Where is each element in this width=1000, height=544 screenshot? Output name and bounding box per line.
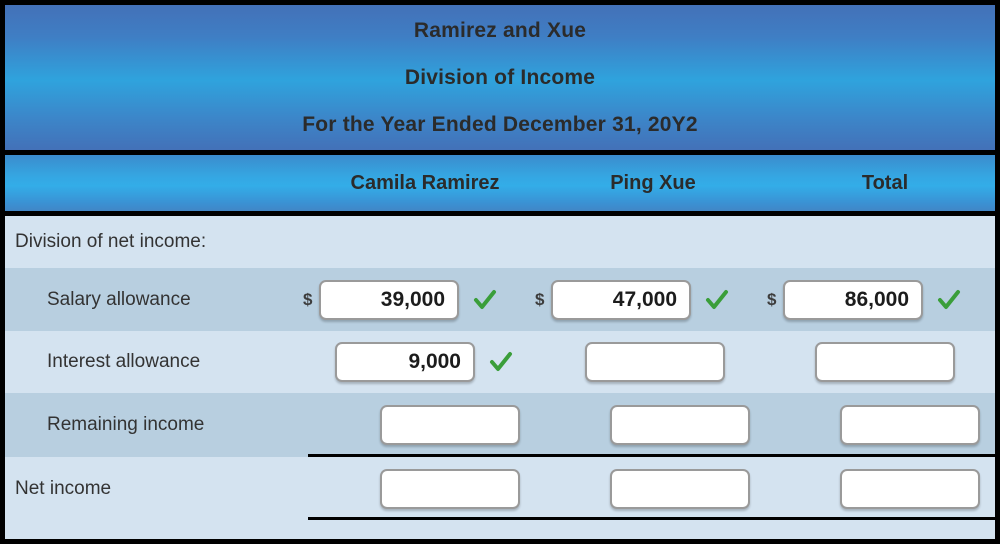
cell-net-total <box>840 457 980 520</box>
input-interest-ping[interactable] <box>585 342 725 382</box>
column-header-row: Camila Ramirez Ping Xue Total <box>5 155 995 216</box>
table-row-remaining-income: Remaining income <box>5 393 995 457</box>
input-salary-ping[interactable]: 47,000 <box>551 279 691 320</box>
input-salary-total[interactable]: 86,000 <box>783 279 923 320</box>
cell-interest-ping <box>585 331 725 393</box>
currency-symbol: $ <box>535 289 545 309</box>
row-label: Division of net income: <box>15 231 207 252</box>
input-remaining-total[interactable] <box>840 405 980 445</box>
input-remaining-ping[interactable] <box>610 405 750 445</box>
input-remaining-camila[interactable] <box>380 405 520 445</box>
table-row-division-of-net-income: Division of net income: <box>5 216 995 268</box>
row-label: Remaining income <box>47 414 205 435</box>
checkmark-icon <box>936 287 962 313</box>
checkmark-icon <box>488 349 514 375</box>
input-net-camila[interactable] <box>380 468 520 509</box>
company-name: Ramirez and Xue <box>413 19 587 42</box>
checkmark-icon <box>472 287 498 313</box>
statement-period: For the Year Ended December 31, 20Y2 <box>302 113 698 136</box>
cell-remaining-total <box>840 393 980 457</box>
cell-salary-total: $ 86,000 <box>767 268 962 331</box>
table-row-net-income: Net income <box>5 457 995 520</box>
cell-salary-ping: $ 47,000 <box>535 268 730 331</box>
currency-symbol: $ <box>303 289 313 309</box>
input-interest-total[interactable] <box>815 342 955 382</box>
input-net-total[interactable] <box>840 468 980 509</box>
input-salary-camila[interactable]: 39,000 <box>319 279 459 320</box>
table-row-interest-allowance: Interest allowance 9,000 <box>5 331 995 393</box>
column-header-total: Total <box>861 172 909 194</box>
division-of-income-statement: Ramirez and Xue Division of Income For t… <box>0 0 1000 544</box>
currency-symbol: $ <box>767 289 777 309</box>
cell-net-ping <box>610 457 750 520</box>
table-row-salary-allowance: Salary allowance $ 39,000 $ 47,000 $ 86,… <box>5 268 995 331</box>
column-header-ping-xue: Ping Xue <box>610 172 696 194</box>
input-interest-camila[interactable]: 9,000 <box>335 342 475 382</box>
cell-remaining-ping <box>610 393 750 457</box>
statement-name: Division of Income <box>404 66 596 89</box>
column-header-camila-ramirez: Camila Ramirez <box>350 172 500 194</box>
input-net-ping[interactable] <box>610 468 750 509</box>
row-label: Net income <box>15 477 112 499</box>
checkmark-icon <box>704 287 730 313</box>
cell-net-camila <box>380 457 520 520</box>
row-label: Salary allowance <box>47 288 191 310</box>
cell-interest-camila: 9,000 <box>335 331 514 393</box>
cell-remaining-camila <box>380 393 520 457</box>
cell-salary-camila: $ 39,000 <box>303 268 498 331</box>
row-label: Interest allowance <box>47 351 201 372</box>
statement-title-block: Ramirez and Xue Division of Income For t… <box>5 5 995 155</box>
cell-interest-total <box>815 331 955 393</box>
statement-body: Division of net income: Salary allowance… <box>5 216 995 539</box>
